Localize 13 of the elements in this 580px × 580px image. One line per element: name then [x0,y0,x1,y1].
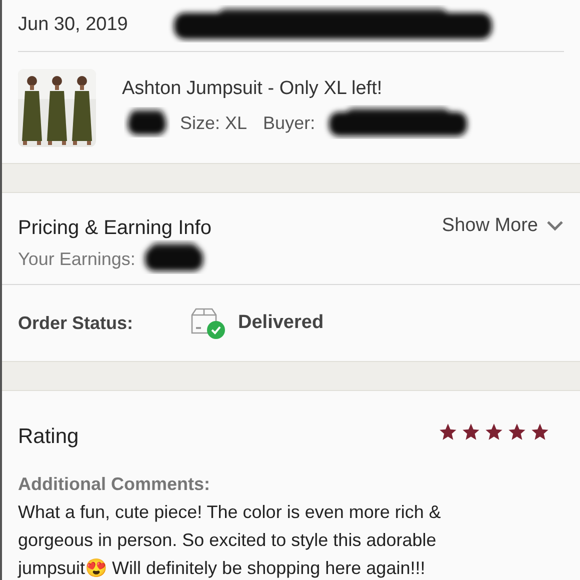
earnings-label: Your Earnings: [18,248,136,271]
comments-label: Additional Comments: [18,472,211,496]
chevron-icon [546,220,564,232]
section-title: Pricing & Earning Info [18,216,212,241]
section-title: Rating [18,424,79,450]
show-more-button[interactable]: Show More [442,211,564,241]
status-value: Delivered [238,310,324,335]
comment-text: What a fun, cute piece! The color is even more rich & gorgeous in person. So excited to style this adorable jumpsuit😍 Will definitely be shopping here again!!! [18,500,442,580]
status-label: Order Status: [18,312,134,334]
item-title: Ashton Jumpsuit - Only XL left! [122,77,384,102]
item-size: Size: XL [180,112,248,136]
order-date: Jun 30, 2019 [18,13,128,38]
buyer-label: Buyer: [263,112,316,136]
